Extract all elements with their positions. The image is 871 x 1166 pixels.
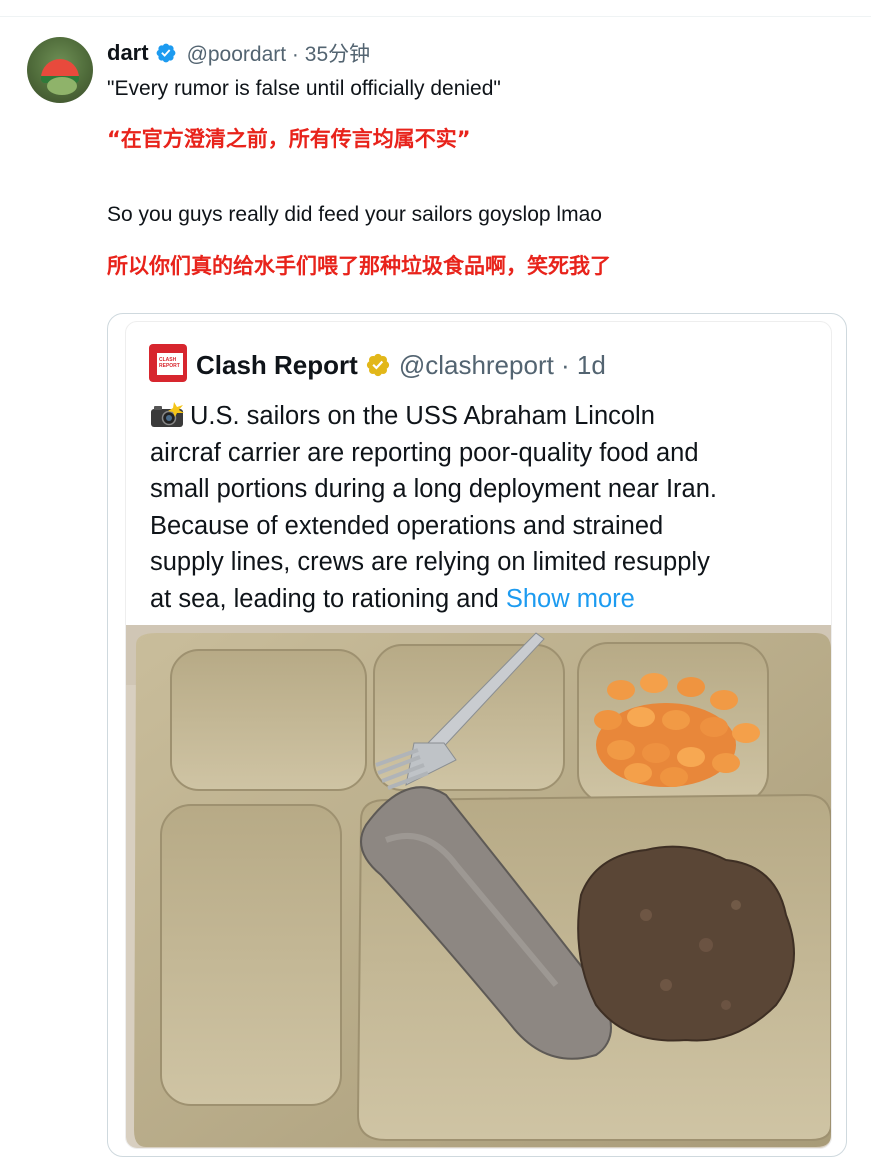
quoted-author-name[interactable]: Clash Report — [196, 350, 358, 381]
quoted-body-line: Because of extended operations and strai… — [150, 511, 664, 540]
author-name[interactable]: dart — [107, 40, 149, 66]
quoted-body-line: at sea, leading to rationing and — [150, 584, 506, 613]
gold-verified-badge-icon — [366, 353, 389, 377]
show-more-link[interactable]: Show more — [506, 585, 635, 613]
frog-graphic — [47, 77, 77, 95]
quoted-body-line: supply lines, crews are relying on limit… — [150, 548, 710, 576]
quoted-body-line: small portions during a long deployment … — [150, 475, 717, 503]
quoted-body-line: aircraf carrier are reporting poor-quali… — [150, 438, 699, 467]
tray-compartment — [160, 804, 342, 1106]
quoted-handle-time[interactable]: @clashreport · 1d — [399, 350, 606, 381]
avatar[interactable] — [27, 37, 93, 103]
divider — [0, 16, 871, 17]
translation-line: “在官方澄清之前，所有传言均属不实” — [107, 127, 471, 151]
author-handle-time[interactable]: @poordart · 35分钟 — [187, 38, 371, 68]
quoted-screenshot: CLASH REPORT Clash Report @clashreport ·… — [125, 321, 832, 1149]
quoted-header: Clash Report @clashreport · 1d — [196, 349, 606, 381]
food-tray-photo[interactable] — [126, 625, 832, 1149]
tweet-text-line: "Every rumor is false until officially d… — [107, 77, 501, 100]
quoted-body: U.S. sailors on the USS Abraham Lincoln … — [150, 398, 820, 617]
verified-badge-icon — [156, 43, 175, 63]
burger-patty — [577, 845, 795, 1042]
camera-flash-icon — [151, 402, 184, 427]
quoted-body-line: U.S. sailors on the USS Abraham Lincoln — [190, 402, 655, 430]
tweet-header: dart @poordart · 35分钟 — [107, 38, 370, 68]
translation-line: 所以你们真的给水手们喂了那种垃圾食品啊，笑死我了 — [107, 254, 611, 278]
tweet-text-line: So you guys really did feed your sailors… — [107, 203, 602, 226]
quoted-tweet-card[interactable]: CLASH REPORT Clash Report @clashreport ·… — [107, 313, 847, 1157]
tray-compartment — [170, 649, 367, 791]
clash-report-logo: CLASH REPORT — [149, 344, 187, 382]
